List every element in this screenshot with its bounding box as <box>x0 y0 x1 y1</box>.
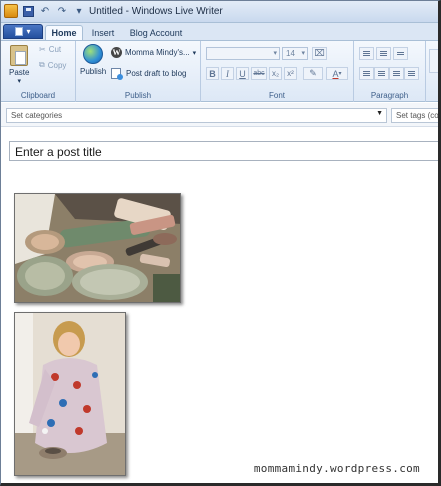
clear-formatting-icon: ⌧ <box>314 48 325 58</box>
clipboard-group-label: Clipboard <box>20 91 56 100</box>
chevron-down-icon: ▾ <box>192 49 197 57</box>
more-options-button[interactable] <box>429 49 438 73</box>
ribbon-tab-row: ▾ Home Insert Blog Account <box>1 23 438 40</box>
paste-icon <box>10 45 29 66</box>
font-color-button[interactable]: A ▾ <box>326 67 348 80</box>
strikethrough-button[interactable]: abc <box>251 67 267 80</box>
chevron-down-icon: ▾ <box>273 50 277 57</box>
post-draft-label: Post draft to blog <box>126 69 187 78</box>
chevron-down-icon: ▾ <box>26 27 31 36</box>
font-size-combo[interactable]: 14 ▾ <box>282 47 308 60</box>
align-center-button[interactable] <box>374 67 389 80</box>
customize-qat-icon[interactable]: ▾ <box>72 4 86 18</box>
blockquote-button[interactable] <box>393 47 408 60</box>
align-right-button[interactable] <box>389 67 404 80</box>
draft-icon <box>111 68 123 80</box>
child-photo[interactable] <box>14 312 126 476</box>
save-icon[interactable] <box>21 4 35 18</box>
blog-name: Momma Mindy's... <box>125 48 190 57</box>
paragraph-group-label: Paragraph <box>370 91 409 100</box>
application-menu-button[interactable]: ▾ <box>3 24 43 39</box>
undo-icon[interactable]: ↶ <box>38 4 52 18</box>
highlight-button[interactable]: ✎ <box>303 67 323 80</box>
highlighter-icon: ✎ <box>309 68 317 78</box>
align-left-button[interactable] <box>359 67 374 80</box>
wordpress-icon: W <box>111 47 122 58</box>
clear-formatting-button[interactable]: ⌧ <box>312 47 327 60</box>
cut-button[interactable]: ✂ Cut <box>39 45 61 54</box>
categories-placeholder: Set categories <box>11 111 63 120</box>
copy-icon: ⧉ <box>39 60 45 69</box>
paste-button[interactable]: Paste ▾ <box>9 45 29 85</box>
categories-select[interactable]: Set categories ▼ <box>6 108 387 123</box>
watermark: mommamindy.wordpress.com <box>253 462 420 475</box>
post-title-input[interactable]: Enter a post title <box>9 141 438 161</box>
category-bar: Set categories ▼ Set tags (com <box>1 103 438 127</box>
chevron-down-icon: ▼ <box>376 110 383 117</box>
publish-label: Publish <box>80 67 107 76</box>
document-icon <box>15 27 24 36</box>
font-group: ▾ 14 ▾ ⌧ B I U abc x₂ x² ✎ A ▾ Font <box>201 41 354 102</box>
font-name-combo[interactable]: ▾ <box>206 47 280 60</box>
title-bar: ↶ ↷ ▾ Untitled - Windows Live Writer <box>1 1 438 23</box>
makeup-image <box>15 194 180 302</box>
post-draft-button[interactable]: Post draft to blog <box>111 68 187 80</box>
chevron-down-icon: ▾ <box>301 50 305 57</box>
clipboard-group: Paste ▾ ✂ Cut ⧉ Copy Clipboard <box>1 41 76 102</box>
globe-icon <box>83 44 104 64</box>
copy-button[interactable]: ⧉ Copy <box>39 60 66 70</box>
quick-access-toolbar: ↶ ↷ ▾ <box>4 4 86 18</box>
tab-home[interactable]: Home <box>45 25 83 40</box>
tab-blog-account[interactable]: Blog Account <box>125 25 187 40</box>
paste-label: Paste <box>9 68 30 77</box>
paragraph-group: Paragraph <box>354 41 426 102</box>
cut-label: Cut <box>48 45 62 54</box>
justify-button[interactable] <box>404 67 419 80</box>
copy-label: Copy <box>47 60 67 70</box>
writer-window: ↶ ↷ ▾ Untitled - Windows Live Writer ▾ H… <box>0 0 441 486</box>
publish-group-label: Publish <box>124 91 152 100</box>
publish-button[interactable]: Publish <box>80 44 106 76</box>
publish-group: Publish W Momma Mindy's... ▾ Post draft … <box>76 41 201 102</box>
subscript-button[interactable]: x₂ <box>269 67 282 80</box>
redo-icon[interactable]: ↷ <box>55 4 69 18</box>
chevron-down-icon: ▾ <box>17 78 21 85</box>
tags-input[interactable]: Set tags (com <box>391 108 438 123</box>
underline-button[interactable]: U <box>236 67 249 80</box>
child-image <box>15 313 125 475</box>
ribbon: Paste ▾ ✂ Cut ⧉ Copy Clipboard Publish W… <box>1 40 438 102</box>
tab-insert[interactable]: Insert <box>87 25 119 40</box>
window-title: Untitled - Windows Live Writer <box>89 6 223 17</box>
makeup-photo[interactable] <box>14 193 181 303</box>
bold-button[interactable]: B <box>206 67 219 80</box>
more-group <box>426 41 438 102</box>
scissors-icon: ✂ <box>39 45 46 54</box>
italic-button[interactable]: I <box>221 67 234 80</box>
numbered-list-button[interactable] <box>376 47 391 60</box>
font-group-label: Font <box>268 91 285 100</box>
font-size-value: 14 <box>286 49 295 58</box>
bullet-list-button[interactable] <box>359 47 374 60</box>
app-logo-icon[interactable] <box>4 4 18 18</box>
superscript-button[interactable]: x² <box>284 67 297 80</box>
chevron-down-icon: ▾ <box>338 71 342 77</box>
blog-selector-button[interactable]: W Momma Mindy's... ▾ <box>111 47 196 58</box>
